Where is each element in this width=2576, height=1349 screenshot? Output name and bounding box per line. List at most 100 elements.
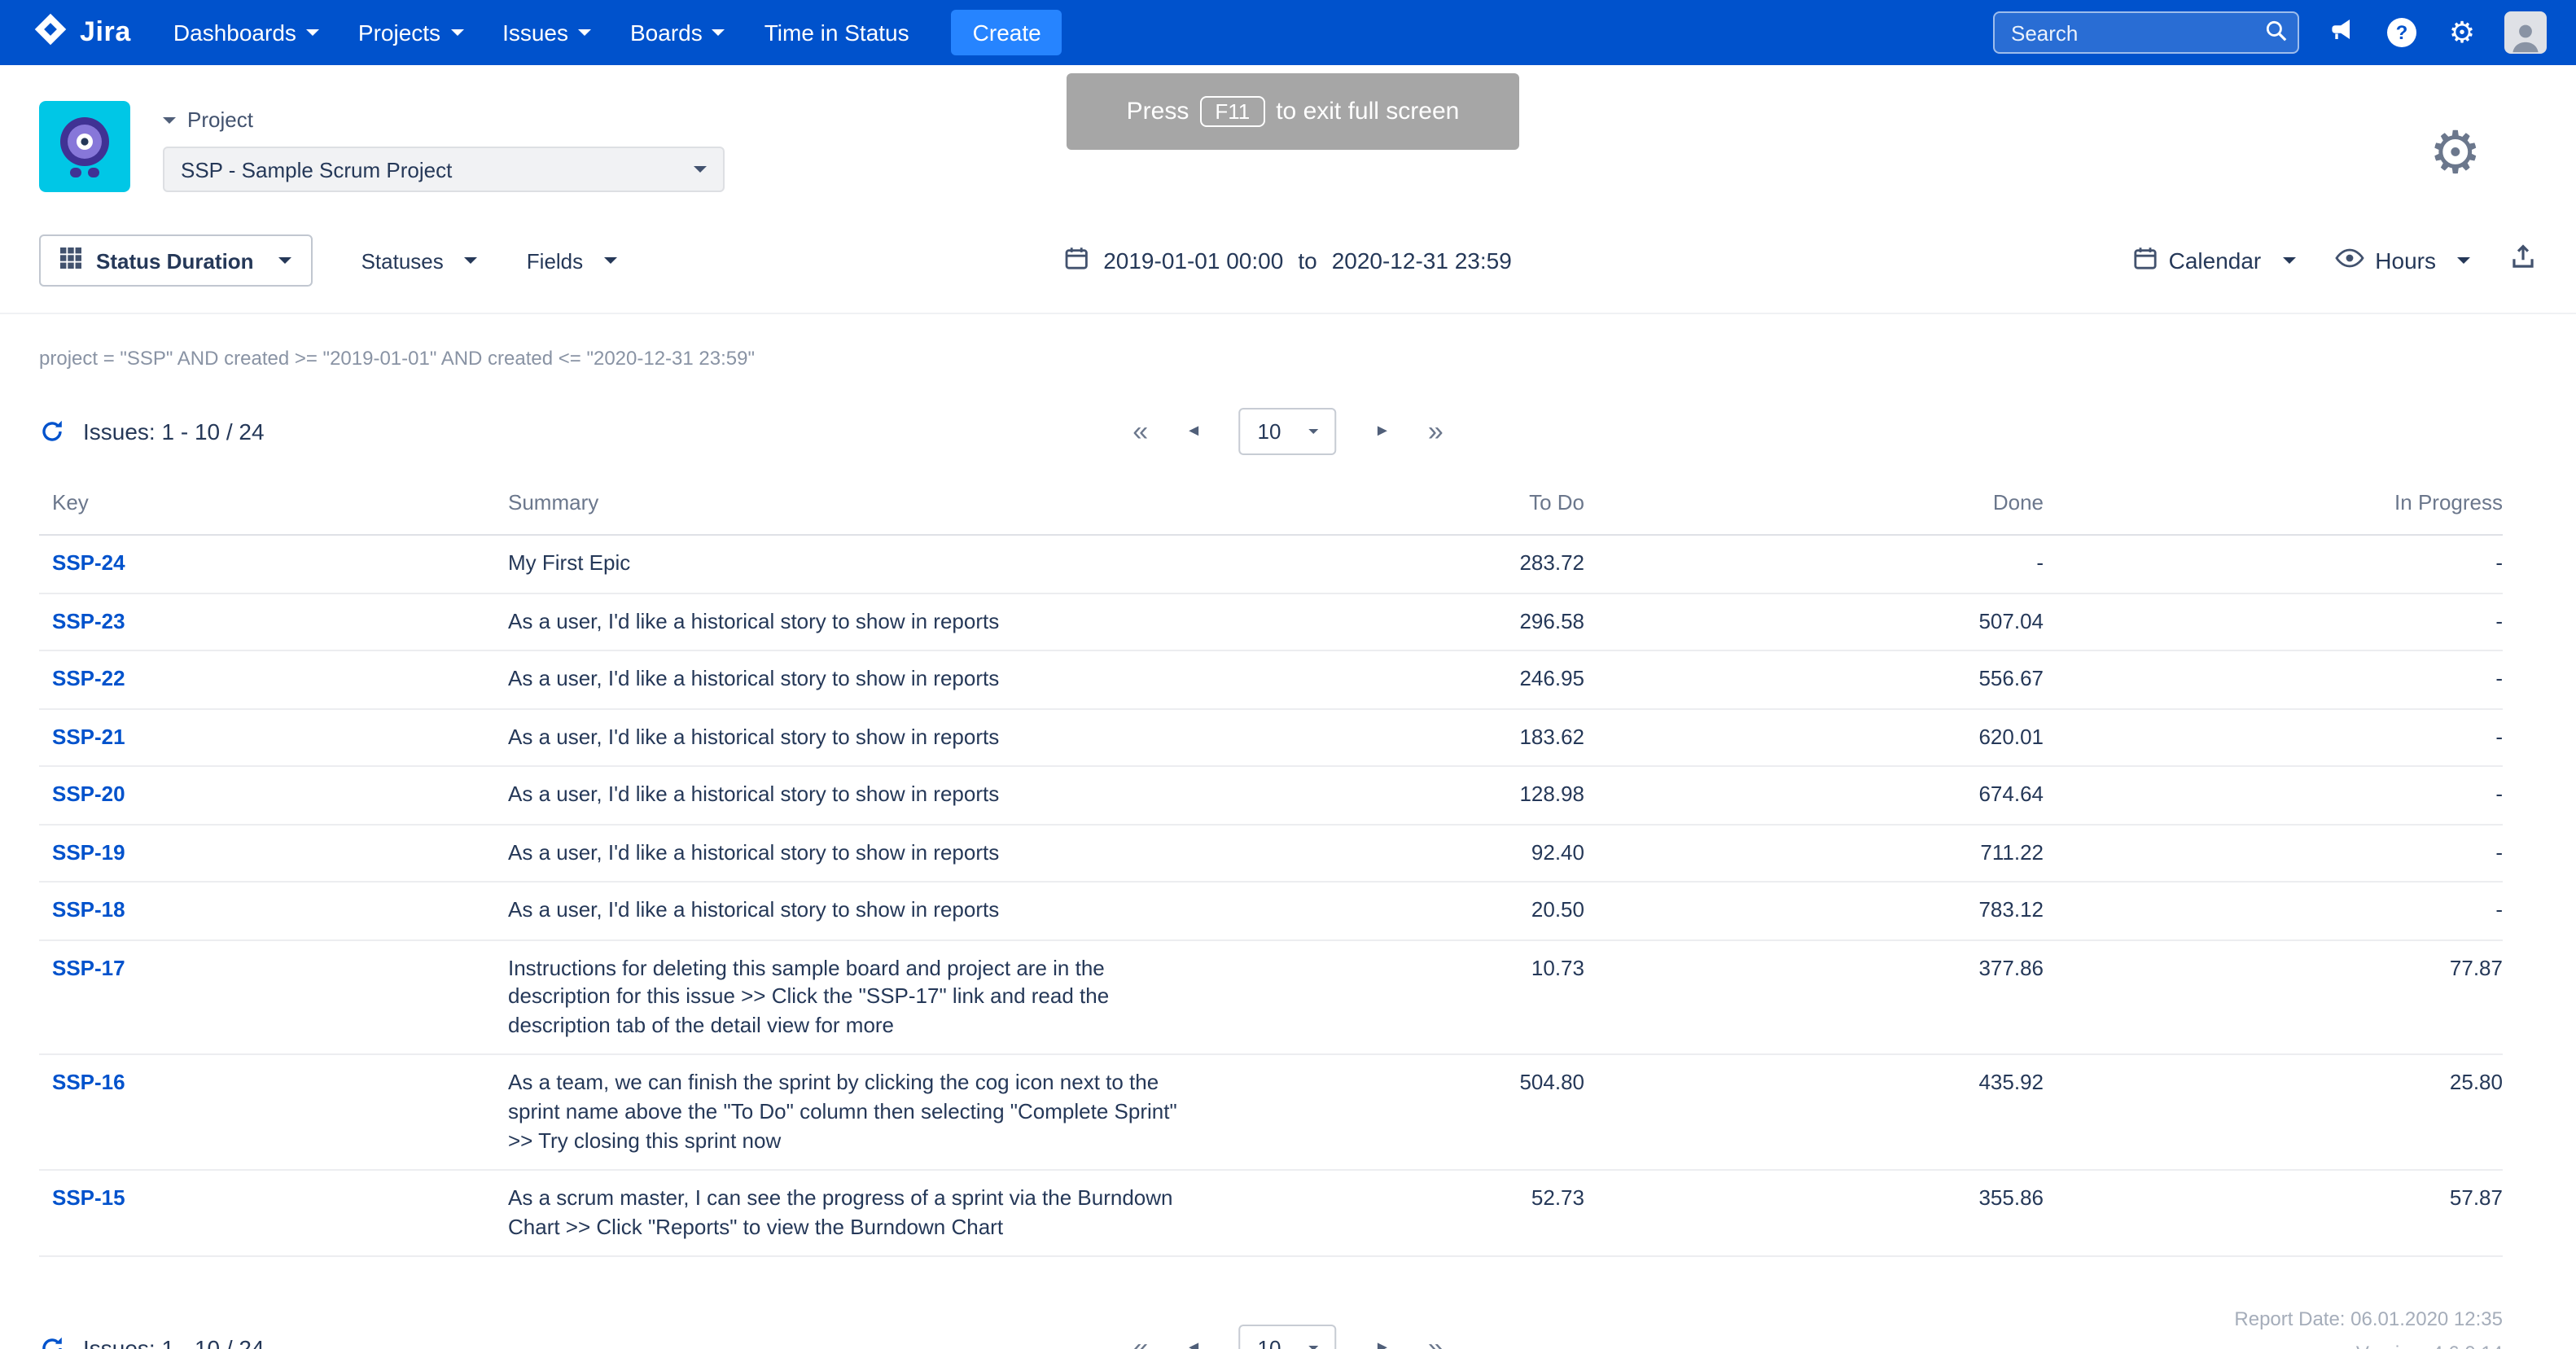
first-page-button[interactable]: « [1132, 1334, 1148, 1349]
issue-summary: My First Epic [508, 535, 1192, 594]
issue-key-link[interactable]: SSP-16 [52, 1071, 125, 1095]
pagination-top: « ◄ 10 ► » [1132, 408, 1444, 455]
nav-boards[interactable]: Boards [611, 0, 745, 65]
jira-logo[interactable]: Jira [20, 11, 154, 55]
calendar-mode-label: Calendar [2168, 247, 2262, 274]
table-row: SSP-21 As a user, I'd like a historical … [39, 708, 2503, 768]
issues-count-bottom: Issues: 1 - 10 / 24 [39, 1335, 265, 1349]
nav-time-in-status[interactable]: Time in Status [745, 0, 929, 65]
date-from: 2019-01-01 00:00 [1103, 247, 1284, 274]
nav-projects[interactable]: Projects [339, 0, 483, 65]
next-page-button[interactable]: ► [1374, 423, 1391, 440]
issue-key-link[interactable]: SSP-22 [52, 666, 125, 690]
chevron-down-icon [450, 29, 464, 36]
jira-logo-icon [33, 11, 68, 55]
nav-time-in-status-label: Time in Status [764, 20, 909, 46]
report-meta: Report Date: 06.01.2020 12:35 Version: 4… [2234, 1303, 2503, 1349]
issue-summary: As a user, I'd like a historical story t… [508, 593, 1192, 652]
inprogress-value: - [2044, 882, 2503, 941]
prev-page-button[interactable]: ◄ [1185, 1339, 1202, 1349]
todo-value: 296.58 [1192, 593, 1584, 652]
page-size-value: 10 [1257, 1336, 1281, 1349]
inprogress-value: 77.87 [2044, 939, 2503, 1056]
issue-key-link[interactable]: SSP-23 [52, 608, 125, 633]
inprogress-value: - [2044, 824, 2503, 883]
done-value: 355.86 [1584, 1170, 2044, 1258]
table-body: SSP-24 My First Epic 283.72 - - SSP-23 A… [39, 535, 2503, 1258]
inprogress-value: - [2044, 535, 2503, 594]
issue-key-link[interactable]: SSP-24 [52, 550, 125, 575]
nav-dashboards-label: Dashboards [173, 20, 296, 46]
project-select[interactable]: SSP - Sample Scrum Project [163, 147, 725, 192]
done-value: 674.64 [1584, 766, 2044, 826]
column-header-summary: Summary [508, 474, 1192, 536]
done-value: 556.67 [1584, 650, 2044, 710]
project-label: Project [187, 107, 253, 132]
done-value: 783.12 [1584, 882, 2044, 941]
last-page-button[interactable]: » [1428, 418, 1444, 445]
jira-logo-text: Jira [80, 16, 131, 47]
report-date: Report Date: 06.01.2020 12:35 [2234, 1307, 2503, 1331]
issue-summary: As a scrum master, I can see the progres… [508, 1170, 1192, 1258]
date-range-picker[interactable]: 2019-01-01 00:00 to 2020-12-31 23:59 [1064, 246, 1512, 275]
issue-key-link[interactable]: SSP-18 [52, 898, 125, 922]
nav-boards-label: Boards [630, 20, 703, 46]
last-page-button[interactable]: » [1428, 1334, 1444, 1349]
project-select-value: SSP - Sample Scrum Project [181, 157, 453, 182]
nav-dashboards[interactable]: Dashboards [154, 0, 339, 65]
prev-page-button[interactable]: ◄ [1185, 423, 1202, 440]
search-box [1993, 11, 2299, 54]
date-to: 2020-12-31 23:59 [1331, 247, 1512, 274]
project-collapse-toggle[interactable]: Project [163, 107, 725, 132]
units-dropdown[interactable]: Hours [2334, 247, 2470, 274]
next-page-button[interactable]: ► [1374, 1339, 1391, 1349]
calendar-mode-dropdown[interactable]: Calendar [2133, 246, 2296, 275]
help-icon: ? [2387, 18, 2416, 47]
nav-issues[interactable]: Issues [483, 0, 611, 65]
refresh-button[interactable] [39, 1335, 65, 1349]
page-size-select[interactable]: 10 [1239, 408, 1337, 455]
nav-projects-label: Projects [357, 20, 441, 46]
issue-summary: As a user, I'd like a historical story t… [508, 824, 1192, 883]
create-button[interactable]: Create [951, 10, 1062, 55]
navbar-right: ? ⚙ [1993, 11, 2560, 54]
issue-key-link[interactable]: SSP-20 [52, 782, 125, 806]
user-avatar[interactable] [2504, 11, 2547, 54]
issue-summary: As a user, I'd like a historical story t… [508, 882, 1192, 941]
toolbar-right: Calendar Hours [2133, 243, 2537, 278]
issue-key-cell: SSP-21 [39, 708, 508, 768]
announcements-button[interactable] [2324, 15, 2359, 50]
issue-key-link[interactable]: SSP-15 [52, 1185, 125, 1210]
statuses-dropdown[interactable]: Statuses [361, 248, 478, 273]
status-duration-table-wrap: Key Summary To Do Done In Progress SSP-2… [39, 474, 2537, 1258]
page-size-select[interactable]: 10 [1239, 1325, 1337, 1349]
project-avatar[interactable] [39, 101, 130, 192]
chevron-down-icon [578, 29, 591, 36]
fields-dropdown[interactable]: Fields [527, 248, 618, 273]
help-button[interactable]: ? [2384, 15, 2420, 50]
pagination-row-top: Issues: 1 - 10 / 24 « ◄ 10 ► » [0, 399, 2576, 464]
refresh-button[interactable] [39, 418, 65, 445]
settings-button[interactable]: ⚙ [2444, 15, 2480, 50]
export-button[interactable] [2509, 243, 2537, 278]
column-header-inprogress: In Progress [2044, 474, 2503, 536]
first-page-button[interactable]: « [1132, 418, 1148, 445]
search-input[interactable] [1993, 11, 2299, 54]
done-value: 435.92 [1584, 1054, 2044, 1172]
grid-icon [60, 247, 81, 274]
chevron-down-icon [163, 116, 176, 123]
todo-value: 52.73 [1192, 1170, 1584, 1258]
pagination-row-bottom: Issues: 1 - 10 / 24 « ◄ 10 ► » Report Da… [0, 1303, 2576, 1349]
inprogress-value: - [2044, 593, 2503, 652]
inprogress-value: 25.80 [2044, 1054, 2503, 1172]
chevron-down-icon [604, 257, 618, 264]
issue-key-link[interactable]: SSP-19 [52, 839, 125, 864]
issue-key-cell: SSP-15 [39, 1170, 508, 1258]
issue-key-link[interactable]: SSP-17 [52, 956, 125, 980]
todo-value: 183.62 [1192, 708, 1584, 768]
report-type-button[interactable]: Status Duration [39, 234, 313, 287]
issue-key-link[interactable]: SSP-21 [52, 724, 125, 748]
issues-count-label: Issues: 1 - 10 / 24 [83, 1335, 265, 1349]
report-settings-gear-icon[interactable]: ⚙ [2429, 123, 2482, 182]
issue-key-cell: SSP-18 [39, 882, 508, 941]
